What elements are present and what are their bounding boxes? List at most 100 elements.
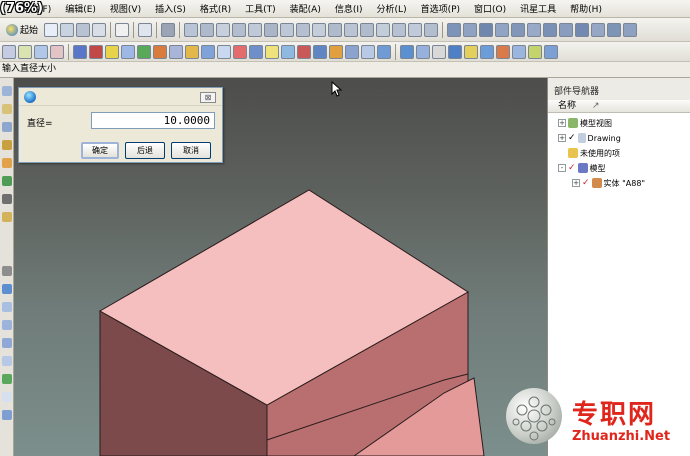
resource-icon[interactable]	[2, 374, 12, 384]
resource-icon[interactable]	[2, 86, 12, 96]
view-icon[interactable]	[200, 22, 215, 37]
menu-insert[interactable]: 插入(S)	[148, 2, 193, 15]
new-file-icon[interactable]	[44, 22, 59, 37]
tree-item-model[interactable]: - ✓ 模型	[558, 161, 606, 175]
tool-icon[interactable]	[121, 44, 135, 59]
close-button[interactable]: ⊠	[200, 92, 216, 103]
resource-icon[interactable]	[2, 284, 12, 294]
shade-icon[interactable]	[575, 22, 590, 37]
view-icon[interactable]	[232, 22, 247, 37]
tool-icon[interactable]	[400, 44, 414, 59]
tool-icon[interactable]	[528, 44, 542, 59]
tool-icon[interactable]	[201, 44, 215, 59]
menu-assembly[interactable]: 装配(A)	[283, 2, 328, 15]
resource-icon[interactable]	[2, 338, 12, 348]
tool-icon[interactable]	[18, 44, 32, 59]
tool-icon[interactable]	[432, 44, 446, 59]
tool-icon[interactable]	[137, 44, 151, 59]
view-icon[interactable]	[328, 22, 343, 37]
tool-icon[interactable]	[297, 44, 311, 59]
tool-icon[interactable]	[153, 44, 167, 59]
tool-icon[interactable]	[2, 44, 16, 59]
shade-icon[interactable]	[543, 22, 558, 37]
view-icon[interactable]	[376, 22, 391, 37]
diameter-input[interactable]: 10.0000	[91, 112, 215, 129]
resource-icon[interactable]	[2, 266, 12, 276]
tool-icon[interactable]	[377, 44, 391, 59]
view-icon[interactable]	[408, 22, 423, 37]
menu-tools[interactable]: 工具(T)	[238, 2, 283, 15]
collapse-icon[interactable]: -	[558, 164, 566, 172]
tool-icon[interactable]	[544, 44, 558, 59]
resource-icon[interactable]	[2, 158, 12, 168]
resource-icon[interactable]	[2, 302, 12, 312]
tool-icon[interactable]	[169, 44, 183, 59]
tree-item-drawing[interactable]: + ✓ Drawing	[558, 131, 621, 145]
tool-icon[interactable]	[416, 44, 430, 59]
shade-icon[interactable]	[495, 22, 510, 37]
menu-preferences[interactable]: 首选项(P)	[414, 2, 467, 15]
resource-icon[interactable]	[2, 410, 12, 420]
cancel-button[interactable]: 取消	[171, 142, 211, 159]
menu-help[interactable]: 帮助(H)	[563, 2, 609, 15]
resource-icon[interactable]	[2, 392, 12, 402]
cancel-icon[interactable]	[115, 22, 130, 37]
tool-icon[interactable]	[73, 44, 87, 59]
tool-icon[interactable]	[361, 44, 375, 59]
dialog-title-bar[interactable]: ⊠	[19, 88, 222, 106]
resource-icon[interactable]	[2, 140, 12, 150]
view-icon[interactable]	[360, 22, 375, 37]
menu-view[interactable]: 视图(V)	[103, 2, 148, 15]
shade-icon[interactable]	[623, 22, 638, 37]
tool-icon[interactable]	[185, 44, 199, 59]
shade-icon[interactable]	[479, 22, 494, 37]
resource-icon[interactable]	[2, 122, 12, 132]
expand-icon[interactable]: +	[558, 134, 566, 142]
tool-icon[interactable]	[50, 44, 64, 59]
menu-information[interactable]: 信息(I)	[328, 2, 370, 15]
resource-icon[interactable]	[2, 194, 12, 204]
save-icon[interactable]	[76, 22, 91, 37]
undo-icon[interactable]	[138, 22, 153, 37]
view-icon[interactable]	[248, 22, 263, 37]
shade-icon[interactable]	[463, 22, 478, 37]
resource-icon[interactable]	[2, 104, 12, 114]
view-icon[interactable]	[312, 22, 327, 37]
shade-icon[interactable]	[527, 22, 542, 37]
view-icon[interactable]	[216, 22, 231, 37]
resource-icon[interactable]	[2, 320, 12, 330]
tool-icon[interactable]	[464, 44, 478, 59]
tool-icon[interactable]	[265, 44, 279, 59]
view-icon[interactable]	[280, 22, 295, 37]
tool-icon[interactable]	[34, 44, 48, 59]
start-button[interactable]: 起始	[2, 23, 42, 36]
tool-icon[interactable]	[233, 44, 247, 59]
tool-icon[interactable]	[496, 44, 510, 59]
tool-icon[interactable]	[313, 44, 327, 59]
close-file-icon[interactable]	[92, 22, 107, 37]
menu-window[interactable]: 窗口(O)	[467, 2, 513, 15]
tree-item-model-views[interactable]: + 模型视图	[558, 116, 612, 130]
menu-analysis[interactable]: 分析(L)	[370, 2, 414, 15]
view-icon[interactable]	[424, 22, 439, 37]
shade-icon[interactable]	[591, 22, 606, 37]
expand-icon[interactable]: +	[572, 179, 580, 187]
view-icon[interactable]	[344, 22, 359, 37]
print-icon[interactable]	[161, 22, 176, 37]
ok-button[interactable]: 确定	[81, 142, 119, 159]
menu-edit[interactable]: 编辑(E)	[58, 2, 103, 15]
tool-icon[interactable]	[512, 44, 526, 59]
tool-icon[interactable]	[249, 44, 263, 59]
tool-icon[interactable]	[480, 44, 494, 59]
view-icon[interactable]	[392, 22, 407, 37]
tool-icon[interactable]	[329, 44, 343, 59]
shade-icon[interactable]	[559, 22, 574, 37]
tool-icon[interactable]	[105, 44, 119, 59]
tree-item-body-a88[interactable]: + ✓ 实体 "A88"	[572, 176, 645, 190]
tool-icon[interactable]	[448, 44, 462, 59]
view-icon[interactable]	[296, 22, 311, 37]
tool-icon[interactable]	[281, 44, 295, 59]
open-file-icon[interactable]	[60, 22, 75, 37]
shade-icon[interactable]	[607, 22, 622, 37]
shade-icon[interactable]	[447, 22, 462, 37]
